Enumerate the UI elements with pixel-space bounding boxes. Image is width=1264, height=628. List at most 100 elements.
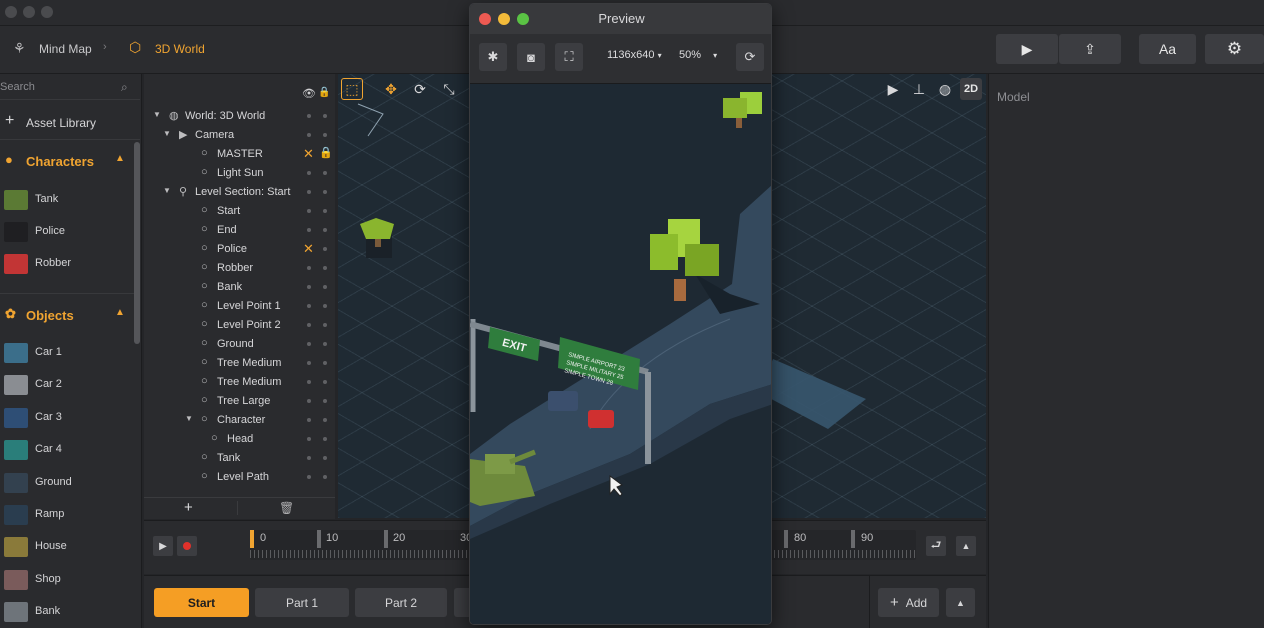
move-tool[interactable]: ✥	[380, 78, 402, 100]
preview-close-button[interactable]	[479, 13, 491, 25]
font-button[interactable]: Aa	[1139, 34, 1196, 64]
settings-button[interactable]: ⚙	[1205, 34, 1264, 64]
2d-toggle[interactable]: 2D	[960, 78, 982, 100]
expand-arrow-icon[interactable]: ▼	[163, 129, 171, 138]
search-input[interactable]: Search ⌕	[0, 76, 140, 100]
asset-scrollbar[interactable]	[134, 142, 140, 344]
lock-icon[interactable]: 🔒	[318, 87, 330, 98]
minimize-window-button[interactable]	[23, 6, 35, 18]
lock-dot[interactable]	[323, 418, 327, 422]
eye-icon[interactable]: 👁	[302, 87, 316, 100]
expand-arrow-icon[interactable]: ▼	[153, 110, 161, 119]
keyframe-marker[interactable]	[384, 530, 388, 548]
part-2-button[interactable]: Part 2	[355, 588, 447, 617]
lock-dot[interactable]	[323, 380, 327, 384]
game-preview-canvas[interactable]: EXIT SIMPLE AIRPORT 23 SIMPLE MILITARY 2…	[470, 84, 771, 624]
character-asset-police[interactable]: Police	[0, 216, 134, 248]
keyframe-marker[interactable]	[851, 530, 855, 548]
visibility-dot[interactable]	[307, 323, 311, 327]
visibility-dot[interactable]	[307, 456, 311, 460]
visibility-dot[interactable]	[307, 380, 311, 384]
expand-arrow-icon[interactable]: ▼	[185, 414, 193, 423]
tree-node[interactable]: ○ Tank	[144, 449, 335, 468]
tree-node[interactable]: ▼ ▶ Camera	[144, 126, 335, 145]
debug-button[interactable]: ✱	[479, 43, 507, 71]
select-tool[interactable]: ⬚	[341, 78, 363, 100]
export-button[interactable]: ⇪	[1059, 34, 1121, 64]
visibility-dot[interactable]	[307, 209, 311, 213]
lock-dot[interactable]	[323, 285, 327, 289]
camera-view-button[interactable]: ▶	[882, 78, 904, 100]
object-asset-house[interactable]: House	[0, 531, 134, 563]
tree-node[interactable]: ○ Tree Medium	[144, 354, 335, 373]
tree-node[interactable]: ○ Level Point 2	[144, 316, 335, 335]
tree-node[interactable]: ○ Ground	[144, 335, 335, 354]
visibility-dot[interactable]	[307, 399, 311, 403]
play-button[interactable]: ▶	[996, 34, 1058, 64]
visibility-dot[interactable]	[307, 228, 311, 232]
lock-dot[interactable]	[323, 399, 327, 403]
tree-node[interactable]: ○ Light Sun	[144, 164, 335, 183]
lock-dot[interactable]	[323, 304, 327, 308]
visibility-dot[interactable]	[307, 475, 311, 479]
tree-node[interactable]: ○ Police ✕	[144, 240, 335, 259]
fit-button[interactable]: ⛶	[555, 43, 583, 71]
visibility-dot[interactable]	[307, 437, 311, 441]
visibility-dot[interactable]	[307, 190, 311, 194]
tree-node[interactable]: ○ Start	[144, 202, 335, 221]
lock-dot[interactable]	[323, 323, 327, 327]
tree-node[interactable]: ○ Level Path	[144, 468, 335, 487]
globe-button[interactable]: ◍	[934, 78, 956, 100]
visibility-dot[interactable]	[307, 342, 311, 346]
preview-zoom-button[interactable]	[517, 13, 529, 25]
trash-icon[interactable]: 🗑	[279, 501, 294, 515]
object-asset-ramp[interactable]: Ramp	[0, 499, 134, 531]
lock-dot[interactable]	[323, 171, 327, 175]
lock-dot[interactable]	[323, 342, 327, 346]
tree-node[interactable]: ▼ ◍ World: 3D World	[144, 107, 335, 126]
screenshot-button[interactable]: ◙	[517, 43, 545, 71]
character-asset-robber[interactable]: Robber	[0, 248, 134, 280]
tree-node[interactable]: ○ End	[144, 221, 335, 240]
breadcrumb-3d-world[interactable]: 3D World	[155, 42, 205, 56]
part-start-button[interactable]: Start	[154, 588, 249, 617]
lock-dot[interactable]	[323, 475, 327, 479]
axis-button[interactable]: ⊥	[908, 78, 930, 100]
tree-node[interactable]: ○ Bank	[144, 278, 335, 297]
expand-arrow-icon[interactable]: ▼	[163, 186, 171, 195]
tree-node[interactable]: ○ Level Point 1	[144, 297, 335, 316]
tree-node[interactable]: ○ Head	[144, 430, 335, 449]
visibility-dot[interactable]	[307, 418, 311, 422]
keyframe-marker[interactable]	[317, 530, 321, 548]
asset-library-button[interactable]: + Asset Library	[0, 110, 140, 136]
hidden-toggle-icon[interactable]: ✕	[303, 146, 314, 162]
object-asset-car-3[interactable]: Car 3	[0, 402, 134, 434]
lock-dot[interactable]	[323, 361, 327, 365]
object-asset-car-1[interactable]: Car 1	[0, 337, 134, 369]
tree-node[interactable]: ○ Tree Large	[144, 392, 335, 411]
object-asset-car-4[interactable]: Car 4	[0, 434, 134, 466]
tree-node[interactable]: ○ Robber	[144, 259, 335, 278]
loop-button[interactable]: ⮐	[926, 536, 946, 556]
object-asset-shop[interactable]: Shop	[0, 564, 134, 596]
tree-node[interactable]: ▼ ○ Character	[144, 411, 335, 430]
lock-dot[interactable]	[323, 114, 327, 118]
timeline-play-button[interactable]: ▶	[153, 536, 173, 556]
resolution-select[interactable]: 1136x640 ▾	[607, 49, 662, 61]
keyframe-marker[interactable]	[784, 530, 788, 548]
lock-dot[interactable]	[323, 266, 327, 270]
add-part-button[interactable]: + Add	[878, 588, 939, 617]
lock-dot[interactable]	[323, 247, 327, 251]
tree-node[interactable]: ○ Tree Medium	[144, 373, 335, 392]
hidden-toggle-icon[interactable]: ✕	[303, 241, 314, 257]
visibility-dot[interactable]	[307, 266, 311, 270]
reload-button[interactable]: ⟳	[736, 43, 764, 71]
lock-icon[interactable]: 🔒	[319, 146, 333, 159]
visibility-dot[interactable]	[307, 114, 311, 118]
lock-dot[interactable]	[323, 437, 327, 441]
zoom-select[interactable]: 50% ▾	[679, 49, 717, 61]
visibility-dot[interactable]	[307, 361, 311, 365]
characters-section-header[interactable]: ● Characters ▲	[0, 146, 134, 176]
visibility-dot[interactable]	[307, 304, 311, 308]
object-asset-car-2[interactable]: Car 2	[0, 369, 134, 401]
